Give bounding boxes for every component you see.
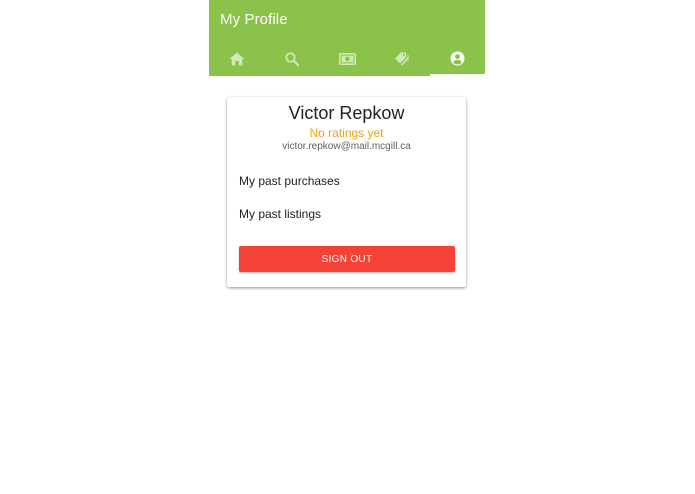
sign-out-button[interactable]: SIGN OUT [239,246,455,272]
tags-icon [395,52,409,66]
tab-search[interactable] [264,41,319,76]
tab-offers[interactable] [375,41,430,76]
search-icon [285,51,299,66]
account-circle-icon [450,51,465,66]
past-purchases-link[interactable]: My past purchases [239,174,340,188]
home-icon [229,52,245,65]
page-title: My Profile [220,11,288,28]
profile-email: victor.repkow@mail.mcgill.ca [282,141,411,152]
tab-profile[interactable] [429,41,486,76]
past-listings-link[interactable]: My past listings [239,207,321,221]
tab-sell[interactable] [319,41,374,76]
rating-status: No ratings yet [309,126,384,140]
profile-name: Victor Repkow [288,103,405,123]
app-bar: My Profile [209,0,486,76]
tab-home[interactable] [209,41,264,76]
tab-bar [209,41,486,76]
profile-card: Victor Repkow No ratings yet victor.repk… [227,97,466,287]
app-screen: My Profile Victor Repkow No ratings yet … [209,0,486,494]
money-icon [338,52,356,65]
